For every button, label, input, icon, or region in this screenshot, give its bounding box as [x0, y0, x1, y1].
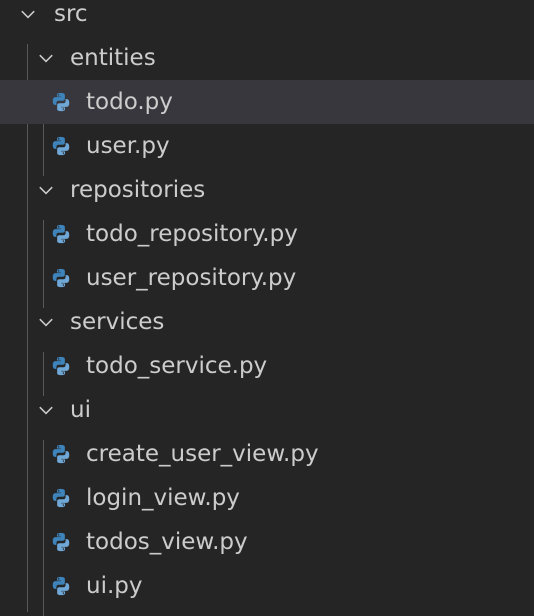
file-label: create_user_view.py: [86, 441, 319, 467]
folder-ui[interactable]: ui: [0, 388, 534, 432]
file-ui-py[interactable]: ui.py: [0, 564, 534, 608]
folder-label: services: [70, 309, 165, 335]
python-file-icon: [50, 443, 72, 465]
folder-label: src: [54, 1, 88, 27]
chevron-down-icon[interactable]: [18, 4, 38, 24]
python-file-icon: [50, 575, 72, 597]
file-todo-repository-py[interactable]: todo_repository.py: [0, 212, 534, 256]
file-todo-service-py[interactable]: todo_service.py: [0, 344, 534, 388]
file-label: todo_repository.py: [86, 221, 298, 247]
file-explorer-tree: src entities todo.py user.py repositorie…: [0, 0, 534, 616]
file-user-py[interactable]: user.py: [0, 124, 534, 168]
folder-src[interactable]: src: [0, 0, 534, 36]
folder-label: repositories: [70, 177, 206, 203]
folder-entities[interactable]: entities: [0, 36, 534, 80]
python-file-icon: [50, 355, 72, 377]
python-file-icon: [50, 223, 72, 245]
python-file-icon: [50, 135, 72, 157]
python-file-icon: [50, 531, 72, 553]
chevron-down-icon[interactable]: [36, 48, 56, 68]
folder-repositories[interactable]: repositories: [0, 168, 534, 212]
file-label: todo_service.py: [86, 353, 268, 379]
file-todos-view-py[interactable]: todos_view.py: [0, 520, 534, 564]
folder-label: ui: [70, 397, 91, 423]
file-login-view-py[interactable]: login_view.py: [0, 476, 534, 520]
python-file-icon: [50, 91, 72, 113]
file-label: todos_view.py: [86, 529, 248, 555]
file-label: user.py: [86, 133, 170, 159]
folder-label: entities: [70, 45, 156, 71]
file-label: todo.py: [86, 89, 173, 115]
file-label: ui.py: [86, 573, 143, 599]
file-user-repository-py[interactable]: user_repository.py: [0, 256, 534, 300]
chevron-down-icon[interactable]: [36, 180, 56, 200]
folder-services[interactable]: services: [0, 300, 534, 344]
chevron-down-icon[interactable]: [36, 312, 56, 332]
file-label: login_view.py: [86, 485, 240, 511]
chevron-down-icon[interactable]: [36, 400, 56, 420]
file-create-user-view-py[interactable]: create_user_view.py: [0, 432, 534, 476]
python-file-icon: [50, 487, 72, 509]
file-label: user_repository.py: [86, 265, 297, 291]
file-todo-py[interactable]: todo.py: [0, 80, 534, 124]
python-file-icon: [50, 267, 72, 289]
